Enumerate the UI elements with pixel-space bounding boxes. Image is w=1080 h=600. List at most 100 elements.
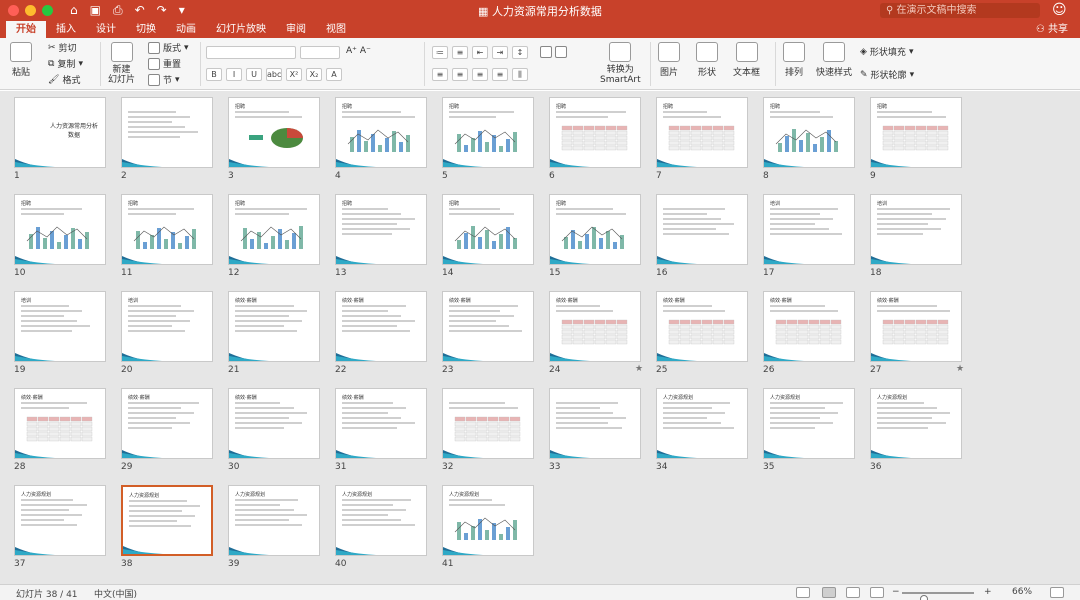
tab-7[interactable]: 视图: [316, 21, 356, 38]
zoom-in-button[interactable]: +: [984, 587, 992, 597]
slide-preview[interactable]: 人力资源规划: [335, 485, 427, 556]
slide-preview[interactable]: 绩效·薪酬: [335, 291, 427, 362]
reset-button[interactable]: 重置: [148, 57, 181, 70]
layout-button[interactable]: 版式 ▾: [148, 41, 189, 54]
slide-thumbnail[interactable]: 人力资源规划 35: [763, 388, 855, 472]
slide-preview[interactable]: [549, 388, 641, 459]
slide-preview[interactable]: 人力资源规划: [656, 388, 748, 459]
paste-button[interactable]: 粘贴: [10, 42, 32, 78]
slide-preview[interactable]: 培训: [870, 194, 962, 265]
slide-thumbnail[interactable]: 培训 18: [870, 194, 962, 278]
normal-view-icon[interactable]: [796, 587, 810, 598]
slideshow-view-icon[interactable]: [870, 587, 884, 598]
zoom-slider[interactable]: [902, 592, 974, 600]
zoom-slider-knob[interactable]: [920, 595, 929, 600]
slide-preview[interactable]: 绩效·薪酬: [442, 291, 534, 362]
slide-thumbnail[interactable]: 招聘 12: [228, 194, 320, 278]
italic-button[interactable]: I: [226, 68, 242, 81]
slide-preview[interactable]: 绩效·薪酬: [763, 291, 855, 362]
format-painter-button[interactable]: 🖌 格式: [48, 73, 80, 87]
slide-preview[interactable]: 招聘: [763, 97, 855, 168]
numbering-icon[interactable]: ≡: [452, 46, 468, 59]
slide-thumbnail[interactable]: 绩效·薪酬 26: [763, 291, 855, 375]
align-center-icon[interactable]: ≡: [452, 68, 468, 81]
shape-fill-button[interactable]: ◈ 形状填充 ▾: [860, 45, 913, 59]
slide-thumbnail[interactable]: 绩效·薪酬 21: [228, 291, 320, 375]
slide-preview[interactable]: 绩效·薪酬: [335, 388, 427, 459]
slide-preview[interactable]: 招聘: [442, 194, 534, 265]
slide-preview[interactable]: 绩效·薪酬: [228, 388, 320, 459]
line-spacing-icon[interactable]: ↕: [512, 46, 528, 59]
slide-thumbnail[interactable]: 32: [442, 388, 534, 472]
slide-preview[interactable]: 招聘: [121, 194, 213, 265]
slide-thumbnail[interactable]: 招聘 3: [228, 97, 320, 181]
feedback-smiley-icon[interactable]: ☺: [1052, 2, 1067, 18]
slide-thumbnail[interactable]: 人力资源规划 37: [14, 485, 106, 569]
font-size-select[interactable]: [300, 46, 340, 59]
reading-view-icon[interactable]: [846, 587, 860, 598]
slide-preview[interactable]: 招聘: [228, 97, 320, 168]
slide-preview[interactable]: 绩效·薪酬: [870, 291, 962, 362]
slide-preview[interactable]: 培训: [763, 194, 855, 265]
language-indicator[interactable]: 中文(中国): [94, 587, 137, 600]
slide-thumbnail[interactable]: 绩效·薪酬 27 ★: [870, 291, 964, 375]
bullets-icon[interactable]: ≔: [432, 46, 448, 59]
align-text-icon[interactable]: [555, 46, 567, 58]
tab-4[interactable]: 动画: [166, 21, 206, 38]
slide-thumbnail[interactable]: 培训 17: [763, 194, 855, 278]
zoom-level[interactable]: 66%: [1012, 587, 1032, 597]
slide-thumbnail[interactable]: 人力资源规划 39: [228, 485, 320, 569]
slide-thumbnail[interactable]: 招聘 13: [335, 194, 427, 278]
cut-button[interactable]: ✂ 剪切: [48, 41, 77, 55]
slide-preview[interactable]: [442, 388, 534, 459]
transition-star-icon[interactable]: ★: [956, 364, 964, 374]
slide-thumbnail[interactable]: 招聘 9: [870, 97, 962, 181]
slide-preview[interactable]: 绩效·薪酬: [14, 388, 106, 459]
slide-preview[interactable]: 招聘: [549, 97, 641, 168]
slide-thumbnail[interactable]: 招聘 15: [549, 194, 641, 278]
slide-thumbnail[interactable]: 2: [121, 97, 213, 181]
zoom-out-button[interactable]: −: [892, 587, 900, 597]
slide-preview[interactable]: 培训: [14, 291, 106, 362]
fit-window-icon[interactable]: [1050, 587, 1064, 598]
slide-thumbnail[interactable]: 人力资源规划 34: [656, 388, 748, 472]
slide-preview[interactable]: 招聘: [870, 97, 962, 168]
underline-button[interactable]: U: [246, 68, 262, 81]
slide-thumbnail[interactable]: 绩效·薪酬 22: [335, 291, 427, 375]
strikethrough-button[interactable]: abc: [266, 68, 282, 81]
slide-thumbnail[interactable]: 人力资源常用分析数据 1: [14, 97, 106, 181]
bold-button[interactable]: B: [206, 68, 222, 81]
section-button[interactable]: 节 ▾: [148, 73, 180, 86]
slide-preview[interactable]: 绩效·薪酬: [121, 388, 213, 459]
textbox-button[interactable]: 文本框: [733, 42, 760, 78]
slide-thumbnail[interactable]: 培训 19: [14, 291, 106, 375]
slide-thumbnail[interactable]: 绩效·薪酬 30: [228, 388, 320, 472]
slide-preview[interactable]: 招聘: [442, 97, 534, 168]
slide-thumbnail[interactable]: 招聘 7: [656, 97, 748, 181]
arrange-button[interactable]: 排列: [783, 42, 805, 78]
slide-preview[interactable]: 人力资源规划: [121, 485, 213, 556]
align-left-icon[interactable]: ≡: [432, 68, 448, 81]
slide-preview[interactable]: 人力资源常用分析数据: [14, 97, 106, 168]
convert-smartart-button[interactable]: 转换为 SmartArt: [600, 42, 641, 85]
slide-preview[interactable]: 招聘: [14, 194, 106, 265]
slide-preview[interactable]: 培训: [121, 291, 213, 362]
tab-1[interactable]: 插入: [46, 21, 86, 38]
text-direction-icon[interactable]: [540, 46, 552, 58]
slide-thumbnail[interactable]: 培训 20: [121, 291, 213, 375]
superscript-button[interactable]: X²: [286, 68, 302, 81]
new-slide-button[interactable]: 新建 幻灯片: [108, 42, 135, 85]
slide-thumbnail[interactable]: 人力资源规划 41: [442, 485, 534, 569]
slide-preview[interactable]: 招聘: [335, 194, 427, 265]
align-right-icon[interactable]: ≡: [472, 68, 488, 81]
slide-thumbnail[interactable]: 招聘 11: [121, 194, 213, 278]
tab-5[interactable]: 幻灯片放映: [206, 21, 276, 38]
columns-icon[interactable]: ⫼: [512, 68, 528, 81]
slide-thumbnail[interactable]: 绩效·薪酬 25: [656, 291, 748, 375]
slide-thumbnail[interactable]: 16: [656, 194, 748, 278]
quick-styles-button[interactable]: 快速样式: [816, 42, 852, 78]
slide-thumbnail[interactable]: 招聘 10: [14, 194, 106, 278]
transition-star-icon[interactable]: ★: [635, 364, 643, 374]
shape-button[interactable]: 形状: [696, 42, 718, 78]
decrease-font-icon[interactable]: A⁻: [360, 46, 371, 56]
